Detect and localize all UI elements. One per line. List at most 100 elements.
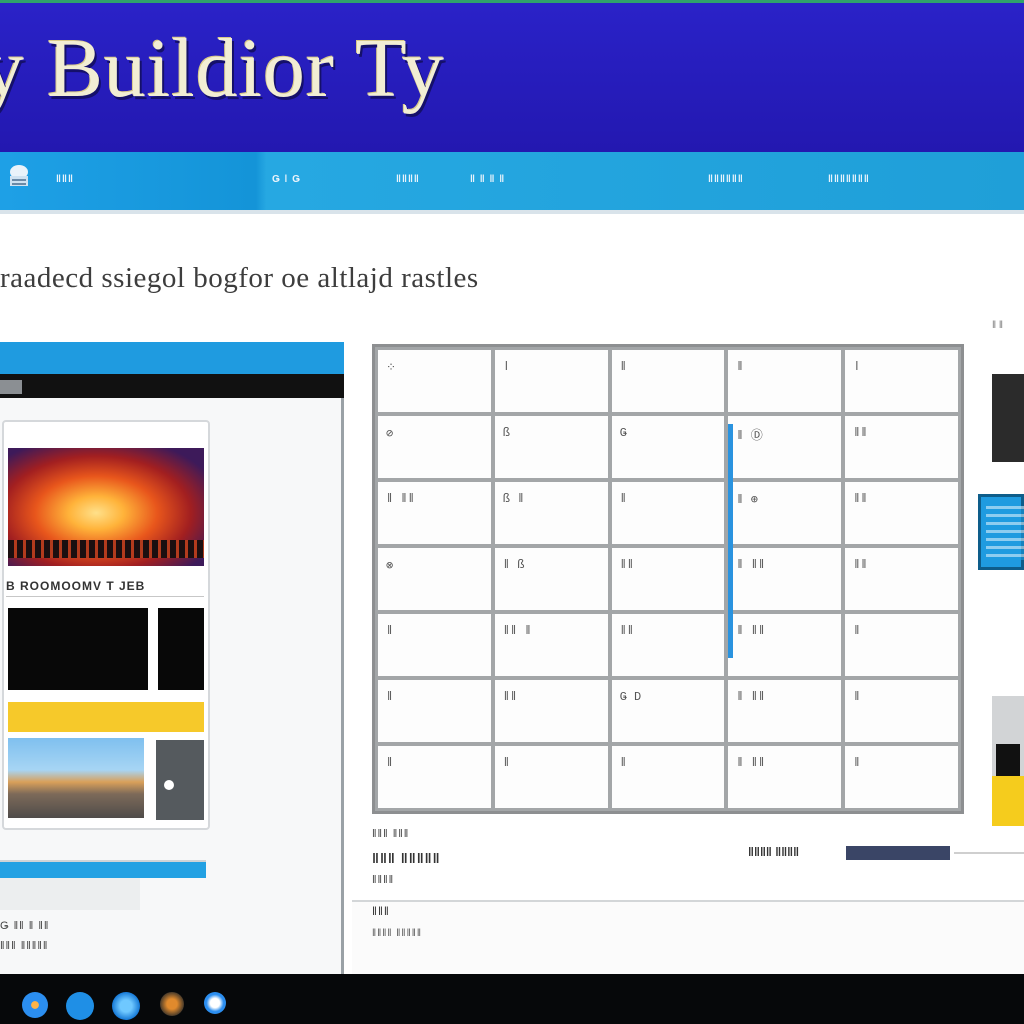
grid-cell-label: ⁘ (386, 361, 397, 375)
grid-cell-label: ǁ ǁǁ (386, 492, 415, 506)
grid-cell-label: ǁ (619, 756, 627, 770)
grid-cell[interactable]: Ǥ D (611, 680, 725, 742)
grid-cell[interactable]: ⁘ (378, 350, 491, 412)
grid-cell[interactable]: ǁ (378, 680, 491, 742)
files-icon[interactable] (160, 992, 184, 1016)
app-icon[interactable] (112, 992, 140, 1020)
logo-icon[interactable] (6, 162, 32, 192)
grid-cell-label: Ǥ (619, 426, 627, 440)
grid-cell[interactable]: ǁ (611, 350, 725, 412)
grid-cell[interactable]: ǁ (845, 614, 958, 676)
grid-cell[interactable]: ǁ (494, 746, 608, 808)
page-heading: raadecd ssiegol bogfor oe altlajd rastle… (0, 262, 479, 294)
grid-cell-label: ǁ ß (502, 558, 525, 572)
grid-cell-label: ǁ (502, 756, 510, 770)
grid-cell-label: ǁ (386, 624, 394, 638)
grid-cell[interactable]: ǁ (611, 482, 725, 544)
status-label: ǁǁǁǁ ǁǁǁǁ (748, 845, 800, 859)
right-black-swatch[interactable] (996, 744, 1020, 776)
right-blue-widget-lines (986, 506, 1024, 560)
left-footer-text: Ǥ ǁǁ ǁ ǁǁ (0, 920, 50, 932)
grid-caption: ǁǁǁǁ (372, 874, 395, 886)
grid-cell[interactable]: ǁ (611, 746, 725, 808)
launcher-icon[interactable] (22, 992, 48, 1018)
grid-cell-label: ǁǁ (853, 558, 868, 572)
grid-selection-indicator (728, 424, 733, 658)
grid-cell[interactable]: ǁ (728, 350, 842, 412)
taskbar (0, 974, 1024, 1024)
grid-cell[interactable]: ǁǁ (845, 548, 958, 610)
right-dark-swatch[interactable] (992, 354, 1024, 462)
thumbnail-dark (156, 740, 204, 820)
grid-cell[interactable]: ǁǁ (494, 680, 608, 742)
grid-cell[interactable]: ⊘ (378, 416, 491, 478)
grid-cell[interactable]: ǁ ǁǁ (728, 680, 842, 742)
grid-cell[interactable]: ǁ ǁǁ (728, 548, 842, 610)
grid-cell[interactable]: ǁ ⊕ (728, 482, 842, 544)
right-tab[interactable]: ǁ ǁ (992, 320, 1003, 331)
layout-grid: ⁘ ǀ ǁ ǁ ǀ ⊘ ß Ǥ ǁ Ⓓ ǁǁ ǁ ǁǁ ß ǁǁǁ ⊕ ǁǁ ⊗ ǁ ß ǁǁ ǁ ǁǁ ǁǁ ǁ ǁ… (372, 344, 964, 814)
grid-cell[interactable]: ǀ (845, 350, 958, 412)
right-yellow-swatch[interactable] (992, 776, 1024, 826)
grid-cell[interactable]: ǁ (845, 746, 958, 808)
grid-cell[interactable]: ⊗ (378, 548, 491, 610)
left-footer-text: ǁǁǁ ǁǁǁǁǁ (0, 940, 49, 952)
grid-cell[interactable]: ǁǁ (611, 548, 725, 610)
grid-cell-label: ǁ (386, 690, 394, 704)
grid-cell[interactable]: ǁ ß (494, 548, 608, 610)
nav-item-6[interactable]: ǁǁǁǁǁǁǁ (828, 174, 870, 185)
grid-cell-label: ǁ (619, 492, 627, 506)
grid-cell[interactable]: ǁ (378, 614, 491, 676)
grid-cell[interactable]: ǁǁ (611, 614, 725, 676)
grid-caption-bold: ǁǁǁ ǁǁǁǁǁ (372, 850, 441, 866)
grid-cell[interactable]: ǁǁ (845, 482, 958, 544)
grid-cell[interactable]: ǁǁ ǁ (494, 614, 608, 676)
status-bar (846, 846, 950, 860)
nav-item-2[interactable]: Ǥ ǀ Ǥ (272, 174, 301, 185)
hero-image-strip (8, 540, 204, 558)
grid-cell-label: ǁǁ ǁ (502, 624, 532, 638)
grid-cell-label: ǁ ⊕ (736, 493, 759, 507)
grid-cell-label: ǁ (853, 624, 861, 638)
media-placeholder[interactable] (158, 608, 204, 690)
grid-cell[interactable]: ǁǁ (845, 416, 958, 478)
nav-item-4[interactable]: ǁ ǁ ǁ ǁ (470, 174, 505, 185)
left-grey-block (0, 878, 140, 910)
nav-bar: ǁǁǁ Ǥ ǀ Ǥ ǁǁǁǁ ǁ ǁ ǁ ǁ ǁǁǁǁǁǁ ǁǁǁǁǁǁǁ (0, 152, 1024, 214)
grid-cell-label: ⊘ (386, 427, 394, 441)
grid-cell-label: ǁ ǁǁ (736, 756, 766, 770)
media-placeholder[interactable] (8, 608, 148, 690)
grid-cell[interactable]: ǀ (494, 350, 608, 412)
grid-caption: ǁǁǁ ǁǁǁ (372, 828, 410, 840)
lower-panel-text: ǁǁǁǁ ǁǁǁǁǁ (372, 928, 422, 939)
browser-icon[interactable] (66, 992, 94, 1020)
lower-panel-title: ǁǁǁ (372, 904, 390, 918)
grid-cell[interactable]: ǁ Ⓓ (728, 416, 842, 478)
grid-cell[interactable]: ǁ (845, 680, 958, 742)
yellow-banner-button[interactable] (8, 702, 204, 732)
grid-cell-label: ǀ (853, 360, 861, 374)
grid-cell-label: ǁ (853, 690, 861, 704)
left-blue-stripe (0, 860, 206, 878)
app-title: y Buildior Ty (0, 22, 445, 115)
grid-cell-label: ǁ ǁǁ (736, 690, 766, 704)
grid-cell[interactable]: ß (494, 416, 608, 478)
grid-cell[interactable]: ß ǁ (494, 482, 608, 544)
divider (954, 852, 1024, 854)
left-panel-tab[interactable] (0, 380, 22, 394)
nav-item-1[interactable]: ǁǁǁ (56, 174, 74, 185)
grid-cell[interactable]: ǁ ǁǁ (728, 746, 842, 808)
grid-cell-label: ǁǁ (619, 558, 634, 572)
grid-cell[interactable]: ǁ (378, 746, 491, 808)
grid-cell-label: ǁǁ (619, 624, 634, 638)
radio-dot-icon[interactable] (164, 780, 174, 790)
left-panel-toolbar (0, 374, 344, 398)
nav-item-3[interactable]: ǁǁǁǁ (396, 174, 420, 185)
grid-cell[interactable]: Ǥ (611, 416, 725, 478)
grid-cell[interactable]: ǁ ǁǁ (728, 614, 842, 676)
nav-item-5[interactable]: ǁǁǁǁǁǁ (708, 174, 744, 185)
grid-cell[interactable]: ǁ ǁǁ (378, 482, 491, 544)
settings-icon[interactable] (204, 992, 226, 1014)
grid-cell-label: ǁ (619, 360, 627, 374)
divider (6, 596, 204, 597)
